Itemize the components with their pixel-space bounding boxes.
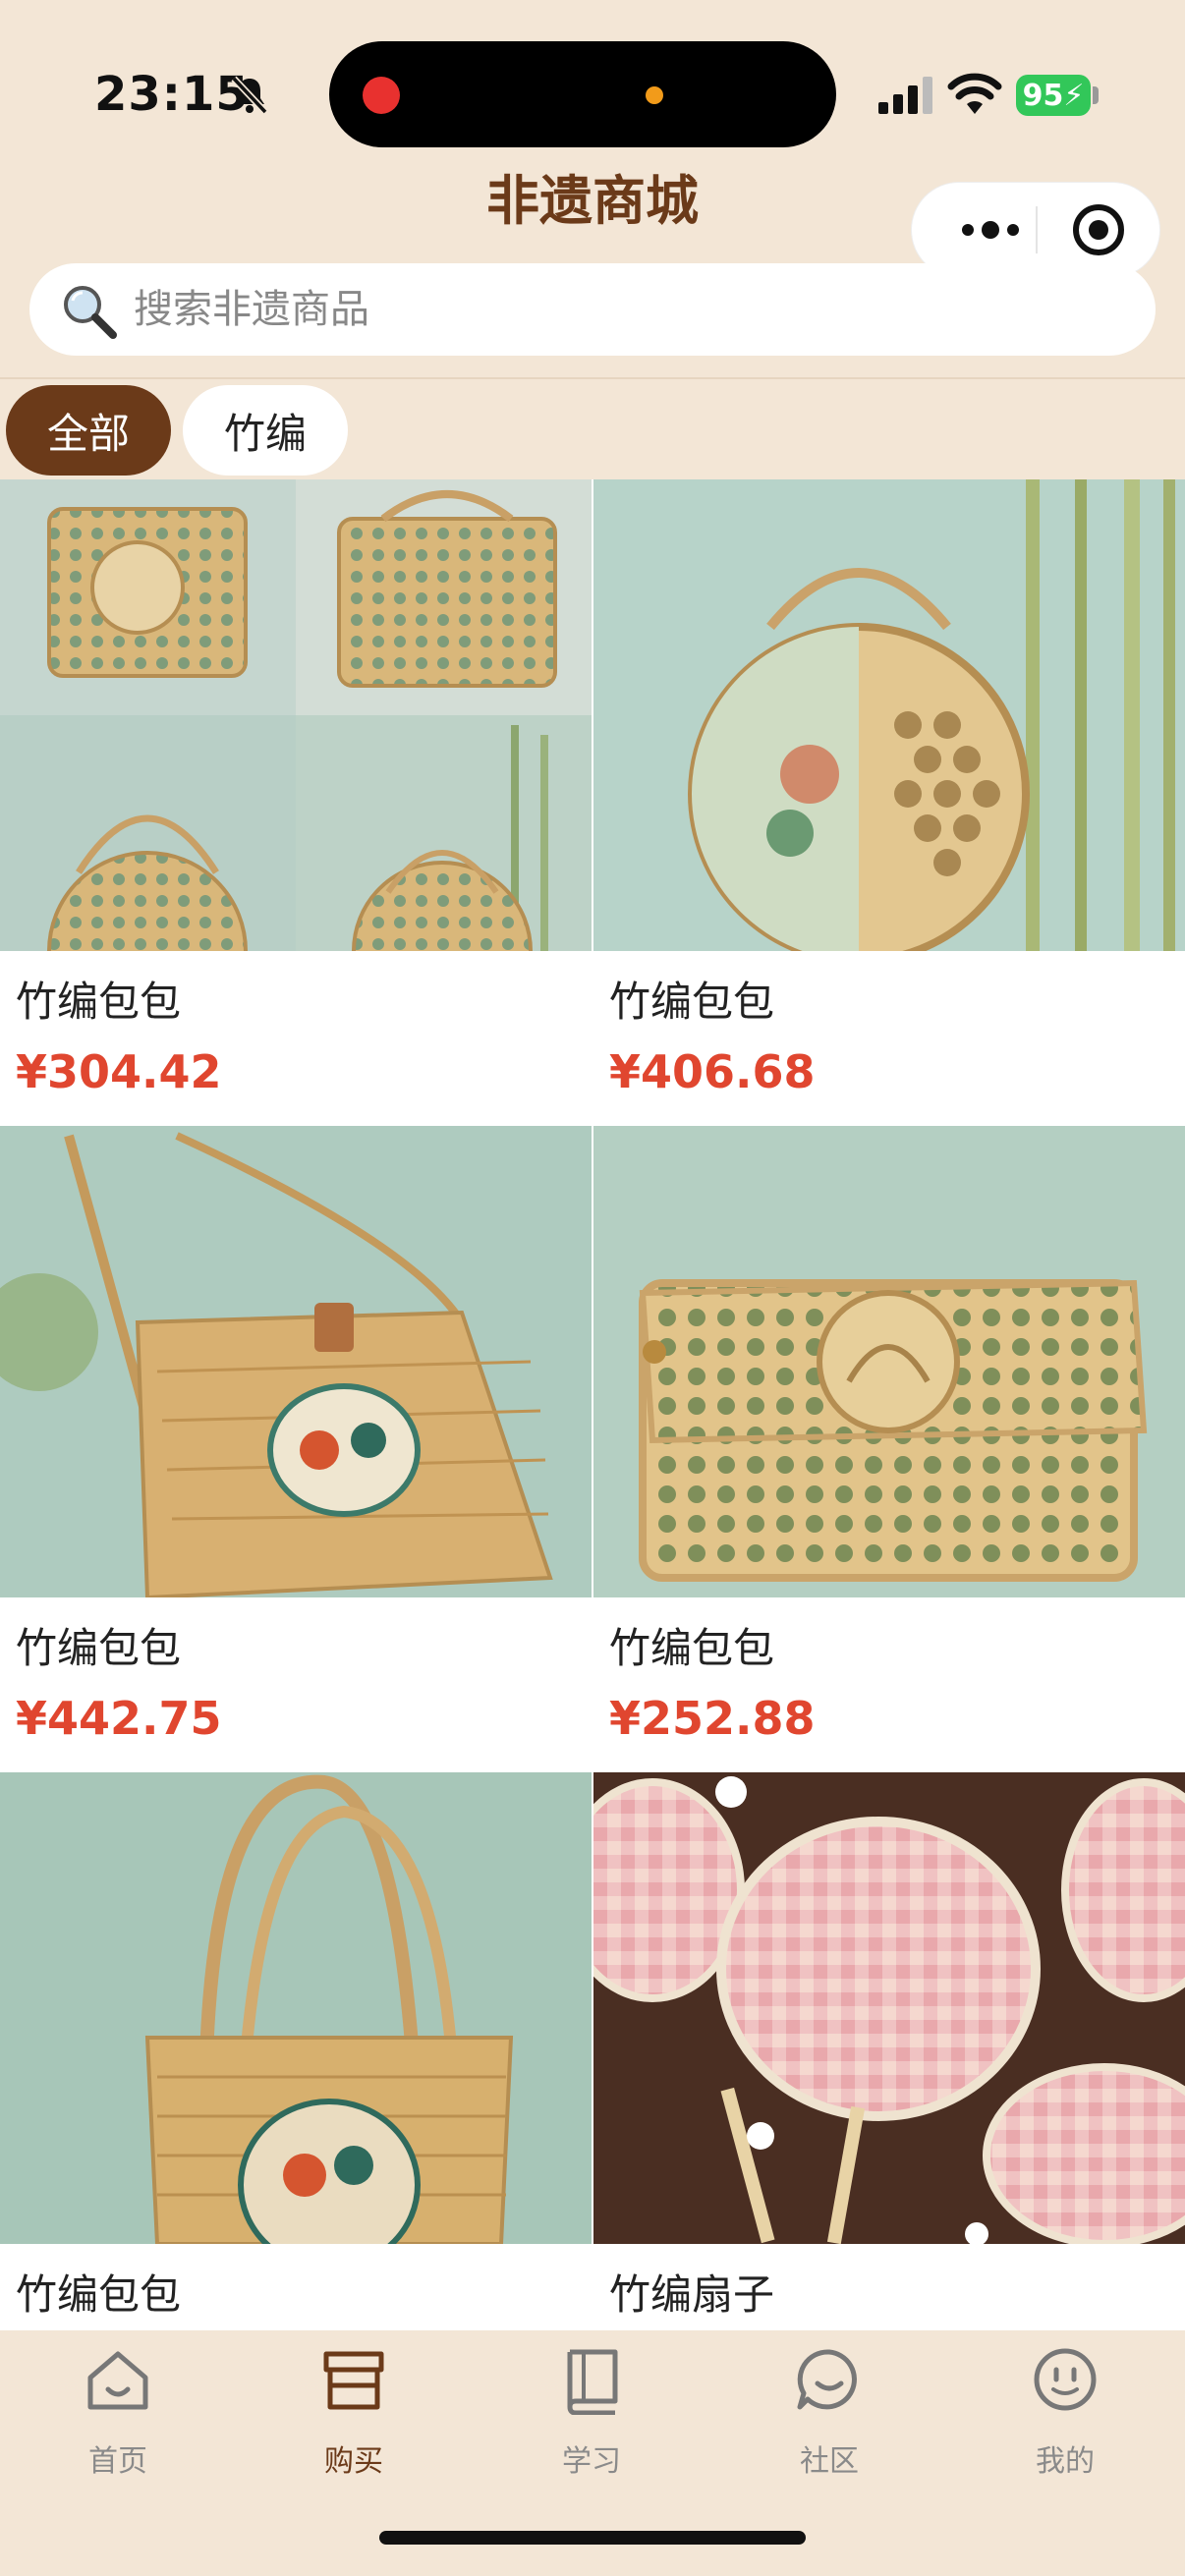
product-image [593, 479, 1185, 951]
product-image [0, 1772, 592, 2244]
tab-mine[interactable]: 我的 [987, 2344, 1144, 2492]
tab-label: 社区 [800, 2444, 859, 2479]
recording-indicator [363, 77, 400, 114]
tab-label: 学习 [562, 2444, 621, 2479]
search-input[interactable] [134, 263, 1116, 356]
mic-indicator [646, 86, 663, 104]
product-price: ¥304.42 [16, 1045, 222, 1098]
product-card[interactable]: 竹编扇子 [593, 1772, 1185, 2330]
product-name: 竹编扇子 [609, 2270, 775, 2319]
capsule-divider [1036, 206, 1038, 253]
tab-community[interactable]: 社区 [751, 2344, 908, 2492]
category-tab-all[interactable]: 全部 [6, 385, 171, 476]
cellular-signal-icon [878, 77, 932, 114]
product-name: 竹编包包 [16, 2270, 182, 2319]
tab-buy[interactable]: 购买 [275, 2344, 432, 2492]
product-card[interactable]: 竹编包包 ¥442.75 [0, 1126, 592, 1772]
product-card[interactable]: 竹编包包 ¥406.68 [593, 479, 1185, 1126]
battery-level: 95 [1022, 78, 1064, 113]
home-icon [87, 2351, 148, 2410]
battery-indicator: 95 ⚡ [1016, 75, 1091, 116]
status-time: 23:15 [94, 67, 250, 122]
product-image [593, 1772, 1185, 2244]
product-image [0, 479, 592, 951]
product-name: 竹编包包 [16, 1624, 182, 1672]
search-icon [64, 286, 117, 339]
dynamic-island [329, 41, 836, 147]
tab-label: 首页 [88, 2444, 147, 2479]
tab-home[interactable]: 首页 [39, 2344, 197, 2492]
status-bar: 23:15 95 ⚡ [0, 0, 1185, 147]
home-indicator[interactable] [379, 2531, 806, 2545]
product-name: 竹编包包 [16, 978, 182, 1026]
product-image [0, 1126, 592, 1597]
battery-tip [1093, 86, 1099, 104]
header-divider [0, 377, 1185, 379]
product-grid: 竹编包包 ¥304.42 竹编包包 ¥406.68 竹编包包 ¥442.75 竹… [0, 479, 1185, 2330]
product-image [593, 1126, 1185, 1597]
app-screen: { "status": {"time": "23:15", "battery":… [0, 0, 1185, 2576]
product-card[interactable]: 竹编包包 ¥252.88 [593, 1126, 1185, 1772]
tab-label: 购买 [324, 2444, 383, 2479]
product-price: ¥442.75 [16, 1692, 222, 1745]
product-name: 竹编包包 [609, 978, 775, 1026]
product-card[interactable]: 竹编包包 ¥304.42 [0, 479, 592, 1126]
product-price: ¥252.88 [609, 1692, 816, 1745]
tab-label: 我的 [1036, 2444, 1095, 2479]
product-price: ¥406.68 [609, 1045, 816, 1098]
search-bar[interactable] [29, 263, 1156, 356]
smile-icon [1034, 2348, 1097, 2411]
book-icon [567, 2349, 618, 2415]
product-name: 竹编包包 [609, 1624, 775, 1672]
product-card[interactable]: 竹编包包 [0, 1772, 592, 2330]
shop-icon [323, 2351, 384, 2410]
close-target-icon[interactable] [1073, 204, 1124, 255]
more-icon[interactable] [951, 210, 1030, 250]
wifi-icon [947, 73, 1002, 114]
category-tab-bamboo[interactable]: 竹编 [183, 385, 348, 476]
bell-muted-icon [231, 76, 268, 115]
tab-learn[interactable]: 学习 [513, 2344, 670, 2492]
chat-icon [797, 2349, 857, 2410]
